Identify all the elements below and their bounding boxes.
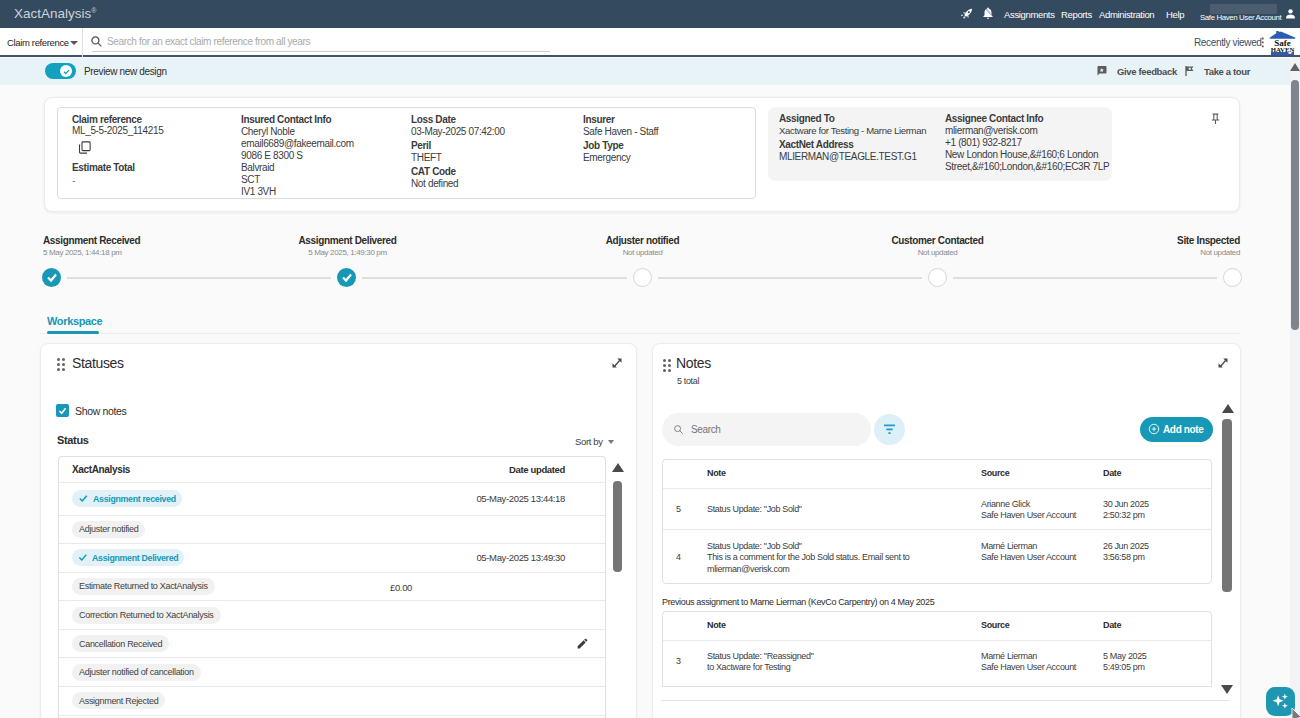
svg-text:HAVEN: HAVEN: [1271, 46, 1295, 53]
